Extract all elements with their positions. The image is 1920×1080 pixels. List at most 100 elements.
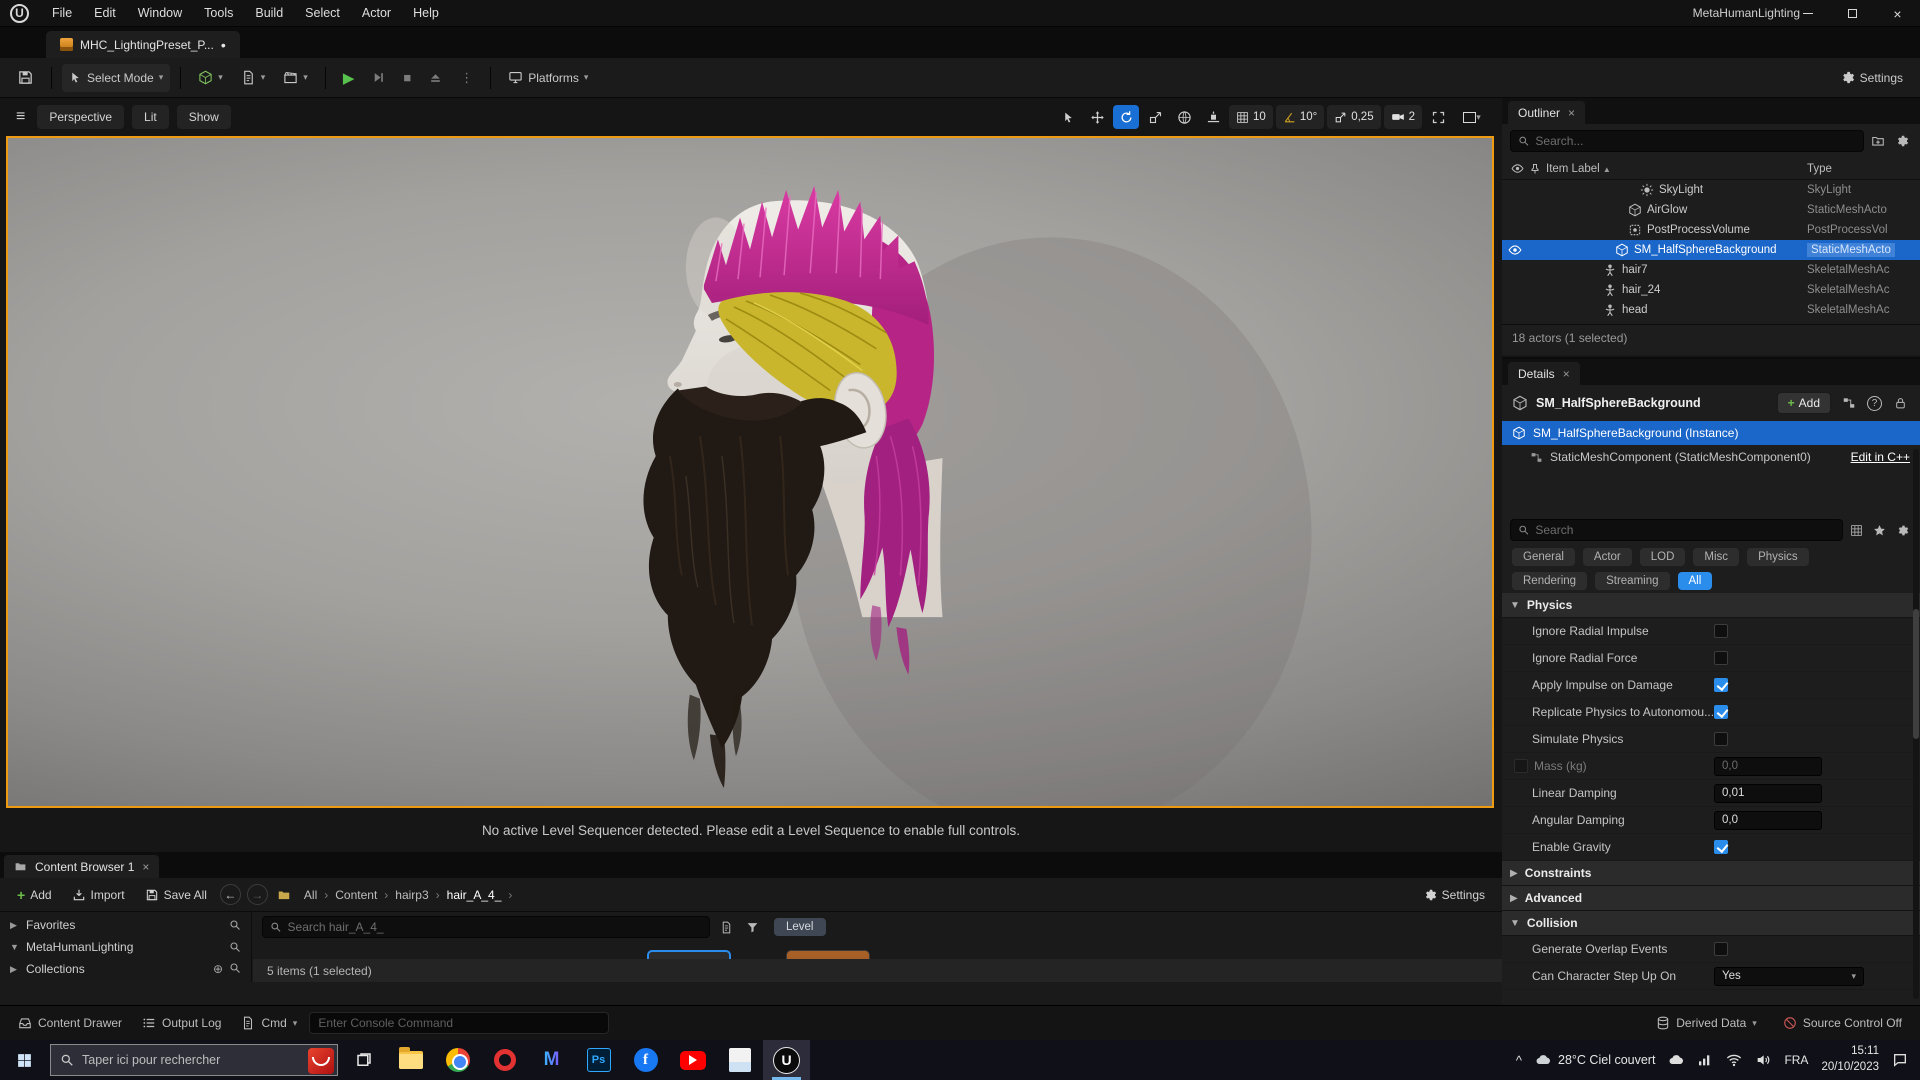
breadcrumb-current[interactable]: hair_A_4_ bbox=[447, 888, 502, 902]
output-log-button[interactable]: Output Log bbox=[134, 1010, 229, 1036]
menu-tools[interactable]: Tools bbox=[193, 0, 244, 27]
volume-icon[interactable] bbox=[1755, 1052, 1771, 1068]
filter-general[interactable]: General bbox=[1512, 548, 1575, 566]
outliner-row[interactable]: AirGlow StaticMeshActo bbox=[1502, 200, 1920, 220]
outliner-row-selected[interactable]: SM_HalfSphereBackground StaticMeshActo bbox=[1502, 240, 1920, 260]
tab-content-browser[interactable]: Content Browser 1 × bbox=[4, 855, 160, 878]
filter-rendering[interactable]: Rendering bbox=[1512, 572, 1588, 590]
outliner-row[interactable]: PostProcessVolume PostProcessVol bbox=[1502, 220, 1920, 240]
add-asset-button[interactable]: + Add bbox=[10, 882, 59, 908]
grid-snap-control[interactable]: 10 bbox=[1229, 105, 1273, 129]
taskbar-search-input[interactable] bbox=[82, 1053, 272, 1067]
translate-tool[interactable] bbox=[1084, 105, 1110, 129]
can-character-step-up-dropdown[interactable]: Yes ▾ bbox=[1714, 966, 1864, 986]
pin-column-icon[interactable] bbox=[1528, 159, 1542, 179]
details-search[interactable] bbox=[1510, 519, 1843, 541]
filter-lod[interactable]: LOD bbox=[1639, 548, 1686, 566]
platforms-dropdown[interactable]: Platforms ▾ bbox=[501, 64, 595, 92]
breadcrumb-all[interactable]: All bbox=[304, 888, 317, 902]
viewport-layout-dropdown[interactable]: ▾ bbox=[1454, 105, 1490, 129]
outliner-row[interactable]: hair_24 SkeletalMeshAc bbox=[1502, 280, 1920, 300]
menu-actor[interactable]: Actor bbox=[351, 0, 402, 27]
display-options-icon[interactable] bbox=[1846, 520, 1866, 540]
blueprints-dropdown[interactable]: ▾ bbox=[234, 64, 273, 92]
details-search-input[interactable] bbox=[1535, 523, 1835, 537]
scale-snap-control[interactable]: 0,25 bbox=[1327, 105, 1381, 129]
camera-speed-control[interactable]: 2 bbox=[1383, 105, 1422, 129]
filter-streaming[interactable]: Streaming bbox=[1595, 572, 1670, 590]
select-tool[interactable] bbox=[1055, 105, 1081, 129]
section-physics[interactable]: ▼ Physics bbox=[1502, 593, 1920, 618]
perspective-button[interactable]: Perspective bbox=[37, 105, 125, 129]
level-filter-chip[interactable]: Level bbox=[774, 918, 826, 936]
ignore-radial-force-checkbox[interactable] bbox=[1714, 651, 1728, 665]
m-app-button[interactable]: M bbox=[528, 1040, 575, 1080]
scale-tool[interactable] bbox=[1142, 105, 1168, 129]
generate-overlap-events-checkbox[interactable] bbox=[1714, 942, 1728, 956]
tab-outliner[interactable]: Outliner × bbox=[1508, 101, 1586, 124]
forward-button[interactable]: → bbox=[246, 884, 268, 905]
unreal-logo-icon[interactable]: U bbox=[10, 3, 29, 23]
save-button[interactable] bbox=[10, 64, 41, 92]
menu-help[interactable]: Help bbox=[402, 0, 450, 27]
type-column[interactable]: Type bbox=[1807, 163, 1832, 175]
save-search-icon[interactable] bbox=[716, 917, 736, 937]
linear-damping-field[interactable]: 0,01 bbox=[1714, 783, 1822, 803]
save-all-button[interactable]: Save All bbox=[138, 882, 214, 908]
eject-button[interactable] bbox=[422, 64, 449, 92]
notification-center-icon[interactable] bbox=[1892, 1052, 1908, 1068]
item-label-column[interactable]: Item Label bbox=[1546, 163, 1600, 175]
lock-icon[interactable] bbox=[1890, 393, 1910, 413]
sidebar-item-project[interactable]: ▼ MetaHumanLighting bbox=[0, 936, 251, 958]
menu-edit[interactable]: Edit bbox=[83, 0, 127, 27]
component-row[interactable]: StaticMeshComponent (StaticMeshComponent… bbox=[1502, 445, 1920, 469]
close-button[interactable]: × bbox=[1875, 0, 1920, 27]
weather-widget[interactable]: 28°C Ciel couvert bbox=[1535, 1052, 1655, 1068]
world-space-toggle[interactable] bbox=[1171, 105, 1197, 129]
facebook-button[interactable]: f bbox=[622, 1040, 669, 1080]
section-advanced[interactable]: ▶ Advanced bbox=[1502, 886, 1920, 911]
sidebar-item-favorites[interactable]: ▶ Favorites bbox=[0, 914, 251, 936]
filter-all[interactable]: All bbox=[1677, 572, 1713, 590]
search-icon[interactable] bbox=[229, 919, 241, 931]
mass-value-field[interactable]: 0,0 bbox=[1714, 756, 1822, 776]
notepad-button[interactable] bbox=[716, 1040, 763, 1080]
enable-gravity-checkbox[interactable] bbox=[1714, 840, 1728, 854]
import-button[interactable]: Import bbox=[65, 882, 132, 908]
file-explorer-button[interactable] bbox=[387, 1040, 434, 1080]
settings-button[interactable]: Settings bbox=[1833, 64, 1910, 92]
edit-in-cpp-link[interactable]: Edit in C++ bbox=[1851, 450, 1910, 464]
derived-data-button[interactable]: Derived Data ▾ bbox=[1648, 1010, 1765, 1036]
minimize-button[interactable] bbox=[1785, 0, 1830, 27]
content-browser-settings-button[interactable]: Settings bbox=[1416, 882, 1492, 908]
mass-override-checkbox[interactable] bbox=[1514, 759, 1528, 773]
close-icon[interactable]: × bbox=[1568, 106, 1575, 120]
eye-icon[interactable] bbox=[1508, 243, 1522, 257]
console-command-input[interactable] bbox=[309, 1012, 610, 1034]
ignore-radial-impulse-checkbox[interactable] bbox=[1714, 624, 1728, 638]
sidebar-item-collections[interactable]: ▶ Collections ⊕ bbox=[0, 958, 251, 980]
network-bars-icon[interactable] bbox=[1697, 1052, 1713, 1068]
chrome-button[interactable] bbox=[434, 1040, 481, 1080]
viewport-render-area[interactable] bbox=[6, 136, 1494, 808]
youtube-button[interactable] bbox=[669, 1040, 716, 1080]
show-button[interactable]: Show bbox=[176, 105, 231, 129]
angular-damping-field[interactable]: 0,0 bbox=[1714, 810, 1822, 830]
close-icon[interactable]: × bbox=[1563, 367, 1570, 381]
editor-mode-dropdown[interactable]: Select Mode ▾ bbox=[62, 63, 171, 92]
rotation-snap-control[interactable]: 10° bbox=[1275, 105, 1325, 129]
content-drawer-button[interactable]: Content Drawer bbox=[10, 1010, 130, 1036]
view-mode-button[interactable]: Lit bbox=[132, 105, 169, 129]
help-icon[interactable]: ? bbox=[1867, 395, 1882, 411]
taskbar-search[interactable] bbox=[50, 1044, 338, 1076]
outliner-settings-icon[interactable] bbox=[1892, 131, 1912, 151]
close-icon[interactable]: × bbox=[142, 860, 149, 874]
asset-tab[interactable]: MHC_LightingPreset_P... • bbox=[46, 31, 240, 58]
outliner-search-input[interactable] bbox=[1535, 134, 1856, 148]
details-settings-icon[interactable] bbox=[1892, 520, 1912, 540]
menu-build[interactable]: Build bbox=[244, 0, 294, 27]
apply-impulse-on-damage-checkbox[interactable] bbox=[1714, 678, 1728, 692]
surface-snap-toggle[interactable] bbox=[1200, 105, 1226, 129]
outliner-row[interactable]: SkyLight SkyLight bbox=[1502, 180, 1920, 200]
outliner-column-header[interactable]: Item Label ▲ Type bbox=[1502, 158, 1920, 180]
